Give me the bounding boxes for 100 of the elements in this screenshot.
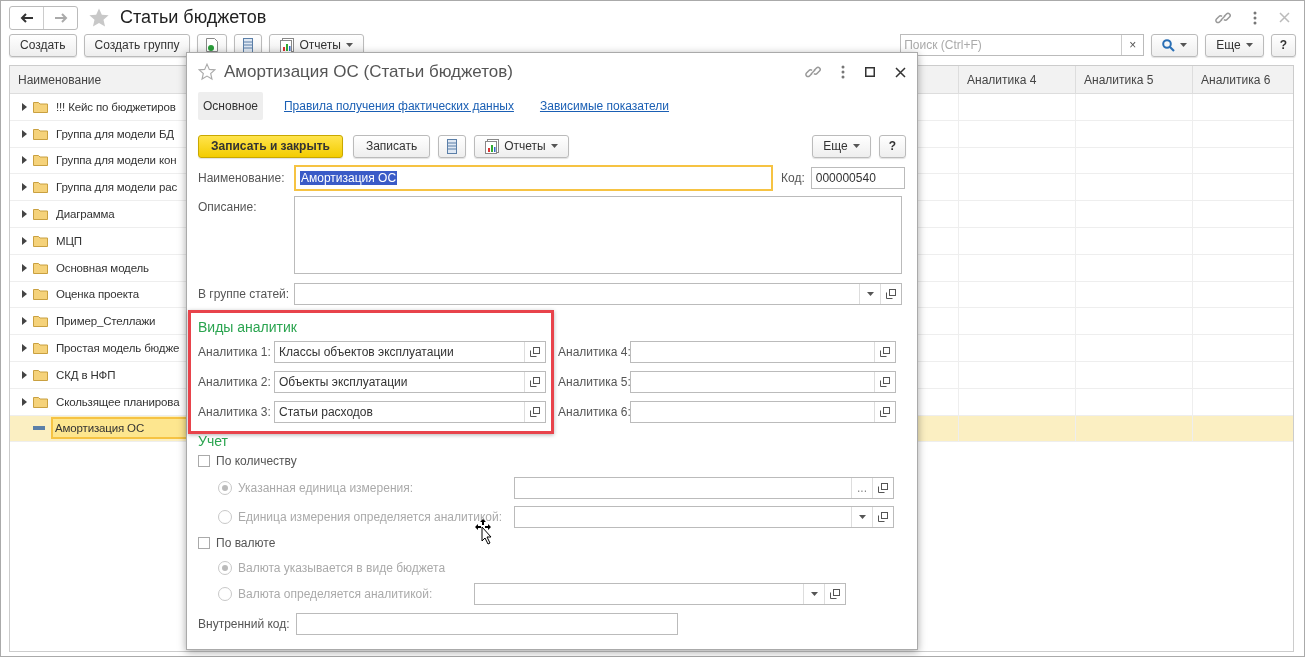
link-icon[interactable]: [805, 64, 821, 80]
expand-icon[interactable]: [22, 236, 27, 245]
section-title: Виды аналитик: [198, 319, 298, 335]
caret-icon: [858, 514, 866, 519]
name-field[interactable]: Амортизация ОС: [294, 165, 773, 191]
input-field[interactable]: [514, 505, 894, 528]
report-icon: [485, 138, 500, 154]
open-window-icon[interactable]: [878, 511, 888, 522]
row-name: Скользящее планирова: [55, 394, 181, 410]
list-button[interactable]: [438, 134, 467, 158]
expand-icon[interactable]: [22, 156, 27, 165]
close-icon[interactable]: [895, 66, 906, 78]
expand-icon[interactable]: [22, 129, 27, 138]
star-icon[interactable]: [198, 63, 216, 81]
caret-icon: [345, 43, 353, 47]
open-window-icon[interactable]: [830, 589, 840, 599]
folder-icon: [33, 261, 48, 274]
row-name: Группа для модели кон: [55, 153, 178, 169]
open-window-icon[interactable]: [880, 407, 890, 417]
column-header[interactable]: Аналитика 5: [1075, 66, 1192, 93]
help-button[interactable]: ?: [878, 134, 906, 158]
internal-code-field[interactable]: [295, 613, 678, 635]
caret-icon: [866, 292, 874, 296]
field-label: Аналитика 5:: [557, 375, 630, 389]
toolbar-button[interactable]: Создать: [9, 33, 77, 57]
more-button[interactable]: Еще: [812, 134, 871, 158]
save-button[interactable]: Записать: [352, 134, 431, 158]
group-field[interactable]: [294, 283, 902, 305]
analytics-field[interactable]: Объекты эксплуатации: [274, 371, 546, 393]
expand-icon[interactable]: [22, 344, 27, 353]
description-field[interactable]: [294, 196, 902, 274]
toolbar-button[interactable]: Создать группу: [83, 33, 191, 57]
row-name: !!! Кейс по бюджетиров: [55, 99, 177, 115]
field-label: Аналитика 1:: [198, 345, 272, 359]
tab[interactable]: Правила получения фактических данных: [279, 92, 519, 120]
arrow-left-icon: [19, 12, 34, 23]
more-icon[interactable]: [841, 65, 845, 79]
caret-icon: [1180, 43, 1188, 47]
analytics-field[interactable]: Классы объектов эксплуатации: [274, 341, 546, 363]
code-field[interactable]: 000000540: [810, 167, 905, 189]
expand-icon[interactable]: [22, 290, 27, 299]
radio-label: Единица измерения определяется аналитикой:: [238, 509, 504, 524]
row-name: СКД в НФП: [55, 367, 117, 383]
folder-icon: [33, 288, 48, 301]
row-name: Пример_Стеллажи: [55, 314, 157, 330]
row-name: Простая модель бюдже: [55, 341, 181, 357]
expand-icon[interactable]: [22, 397, 27, 406]
field-label: Аналитика 6:: [557, 405, 630, 419]
folder-icon: [33, 208, 48, 221]
checkbox[interactable]: [198, 537, 210, 549]
expand-icon[interactable]: [22, 263, 27, 272]
dialog-title: Амортизация ОС (Статьи бюджетов): [224, 62, 513, 82]
checkbox[interactable]: [198, 455, 210, 467]
tab[interactable]: Основное: [198, 92, 263, 120]
analytics-field[interactable]: [630, 401, 896, 423]
caret-icon: [810, 592, 818, 596]
row-name: Оценка проекта: [55, 287, 141, 303]
field-label: В группе статей:: [198, 287, 288, 301]
more-button[interactable]: Еще: [1205, 33, 1264, 57]
list-icon: [243, 37, 254, 53]
tab[interactable]: Зависимые показатели: [534, 92, 675, 120]
open-window-icon[interactable]: [530, 407, 540, 417]
checkbox-label: По количеству: [216, 454, 297, 468]
search-icon: [1162, 38, 1176, 52]
open-window-icon[interactable]: [880, 347, 890, 357]
field-label: Внутренний код:: [198, 617, 290, 631]
help-button[interactable]: ?: [1270, 33, 1296, 57]
open-window-icon[interactable]: [530, 377, 540, 387]
save-and-close-button[interactable]: Записать и закрыть: [198, 134, 343, 158]
expand-icon[interactable]: [22, 317, 27, 326]
column-header[interactable]: Аналитика 6: [1192, 66, 1293, 93]
row-name: Группа для модели рас: [55, 180, 178, 196]
expand-icon[interactable]: [22, 102, 27, 111]
expand-icon[interactable]: [22, 210, 27, 219]
cursor-icon: [474, 519, 494, 545]
more-icon[interactable]: [1253, 10, 1257, 25]
arrow-right-icon: [53, 12, 68, 23]
open-window-icon[interactable]: [530, 347, 540, 357]
column-header[interactable]: Аналитика 4: [958, 66, 1075, 93]
open-window-icon[interactable]: [886, 289, 896, 299]
input-field[interactable]: [474, 583, 846, 605]
search-field[interactable]: Поиск (Ctrl+F) ×: [900, 34, 1145, 56]
folder-icon: [33, 395, 48, 408]
folder-icon: [33, 368, 48, 381]
row-name: Основная модель: [55, 260, 150, 276]
search-button[interactable]: [1151, 33, 1199, 57]
expand-icon[interactable]: [22, 370, 27, 379]
maximize-icon[interactable]: [865, 67, 875, 77]
analytics-field[interactable]: [630, 371, 896, 393]
analytics-field[interactable]: Статьи расходов: [274, 401, 546, 423]
row-name: МЦП: [55, 233, 83, 249]
reports-button[interactable]: Отчеты: [474, 134, 569, 158]
list-icon: [447, 138, 458, 154]
folder-icon: [33, 127, 48, 140]
open-window-icon[interactable]: [878, 482, 888, 493]
field-label: Наименование:: [198, 171, 286, 185]
star-icon[interactable]: [88, 6, 110, 29]
analytics-field[interactable]: [630, 341, 896, 363]
open-window-icon[interactable]: [880, 377, 890, 387]
expand-icon[interactable]: [22, 183, 27, 192]
